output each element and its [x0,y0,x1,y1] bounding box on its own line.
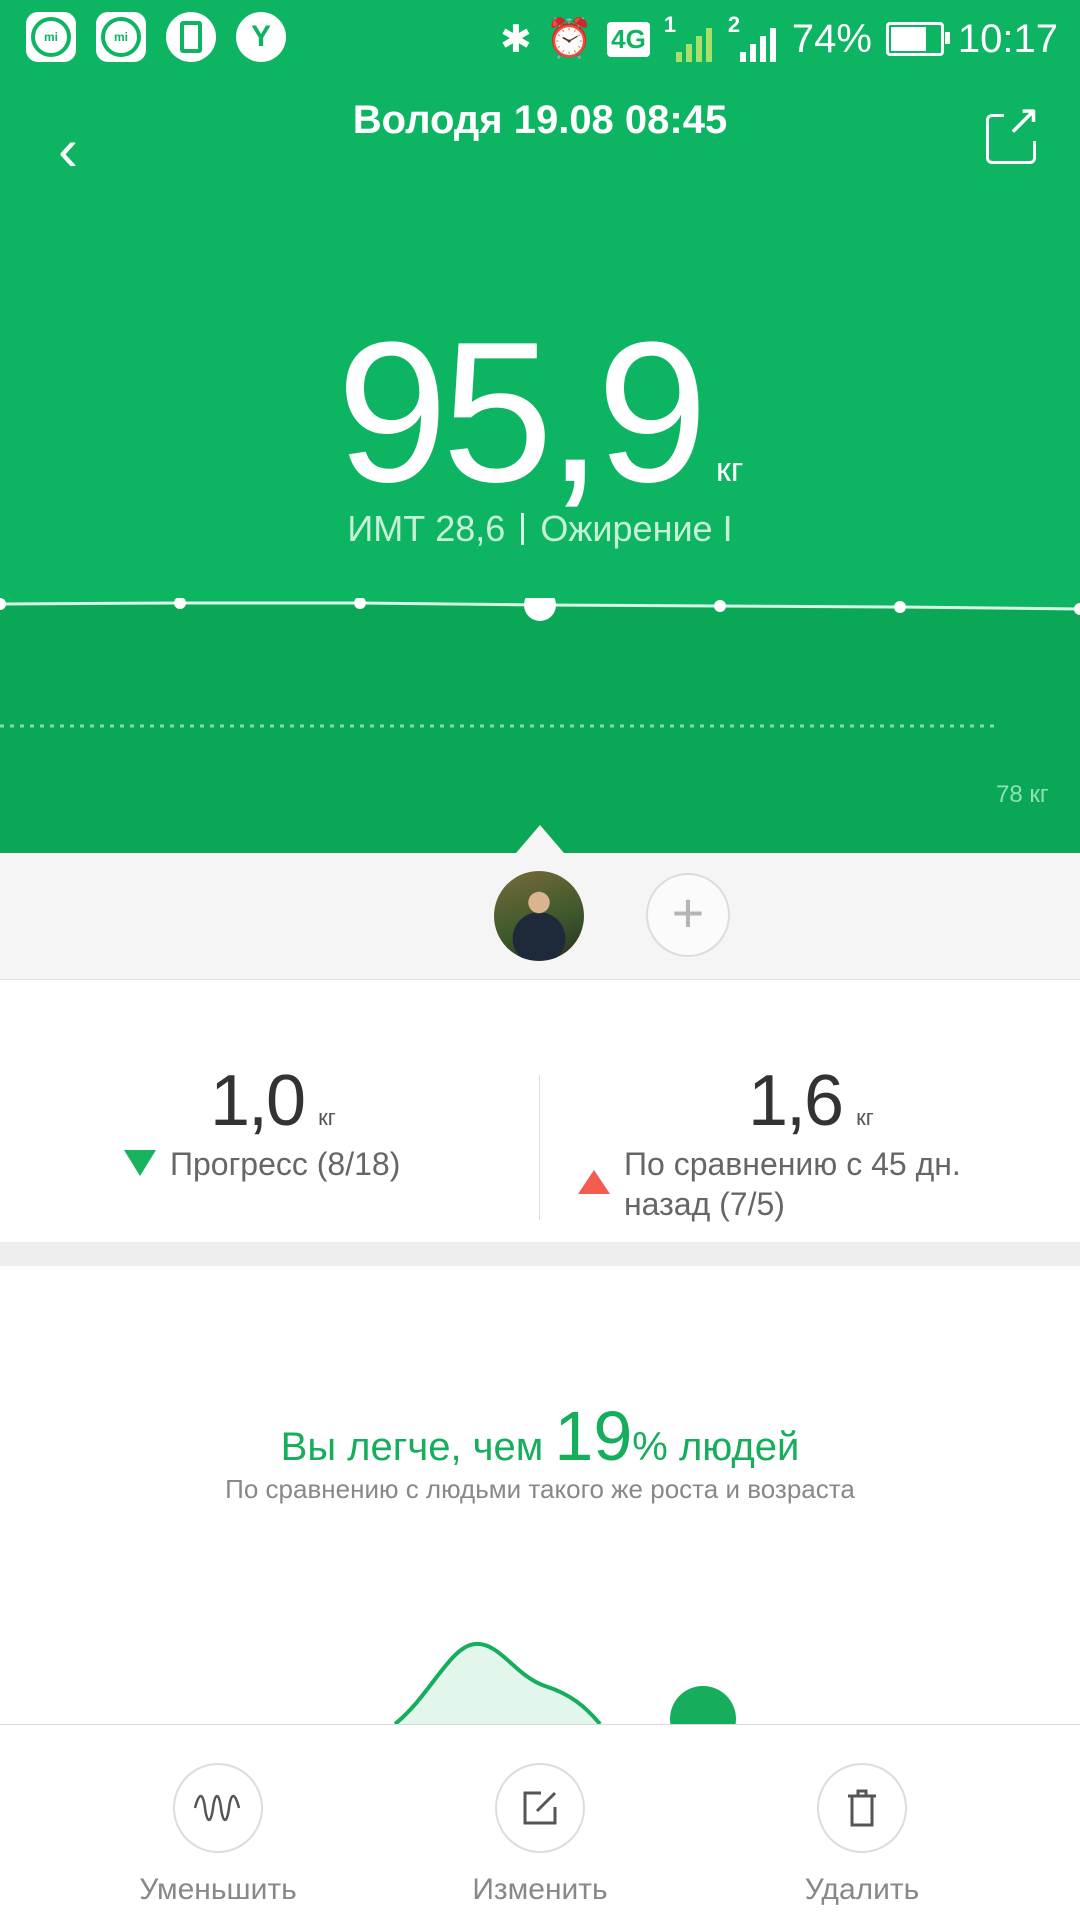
peer-comparison: Вы легче, чем 19% людей По сравнению с л… [0,1266,1080,1752]
weight-trend-chart[interactable] [0,598,1080,853]
bmi-separator [521,513,525,545]
bmi-line: ИМТ 28,6 Ожирение I [0,508,1080,550]
delete-button[interactable]: Удалить [752,1763,972,1907]
system-icons: ✱ ⏰ 4G 1 2 74% 10:17 [500,10,1058,68]
section-divider [0,1242,1080,1266]
notification-icons: mi mi Y [26,12,286,62]
progress-left: 1,0 кг [210,1060,336,1142]
progress-unit: кг [318,1105,336,1130]
bmi-value: ИМТ 28,6 [347,508,506,549]
add-user-button[interactable]: + [646,873,730,957]
trash-icon [817,1763,907,1853]
divider [539,1075,540,1220]
progress-right: 1,6 кг [748,1060,874,1142]
distribution-curve [393,1641,602,1724]
avatar[interactable] [494,871,584,961]
mi-fit-icon: mi [96,12,146,62]
up-arrow-icon [578,1170,610,1194]
battery-icon [885,22,950,56]
edit-button[interactable]: Изменить [430,1763,650,1907]
comparison-label: По сравнению с 45 дн. назад (7/5) [624,1146,961,1222]
user-selector: + [0,825,1080,980]
page-title: Володя 19.08 08:45 [352,98,728,142]
reference-weight-label: 78 кг [996,781,1049,808]
comparison-subtitle: По сравнению с людьми такого же роста и … [225,1474,855,1504]
weight-display: 95,9 кг [0,313,1080,513]
trend-point[interactable] [714,600,726,612]
comparison-percent: 19 [554,1397,633,1475]
weight-header: ‹ Володя 19.08 08:45 ↗ 95,9 кг ИМТ 28,6 Ож… [0,78,1080,853]
yandex-icon: Y [236,12,286,62]
edit-label: Изменить [472,1873,608,1906]
delete-label: Удалить [804,1873,920,1906]
battery-percent: 74% [791,16,872,61]
mi-fit-icon: mi [26,12,76,62]
battery-saver-icon [166,12,216,62]
down-arrow-icon [124,1150,156,1176]
status-bar: mi mi Y ✱ ⏰ 4G 1 2 74% 10:17 [0,0,1080,78]
comparison-headline: Вы легче, чем 19% людей [0,1396,1080,1476]
comparison-unit: кг [856,1105,874,1130]
alarm-icon: ⏰ [545,18,594,60]
weight-value: 95,9 [336,301,708,524]
clock: 10:17 [957,16,1058,61]
waveform-icon [173,1763,263,1853]
action-bar: Уменьшить Изменить Удалить [0,1724,1080,1921]
trend-area [0,603,1080,853]
comparison-prefix: Вы легче, чем [280,1425,544,1469]
selection-notch [516,825,564,853]
bmi-category: Ожирение I [540,508,733,549]
bluetooth-icon: ✱ [499,18,532,61]
sim2-signal-icon: 2 [728,12,778,62]
progress-label: Прогресс (8/18) [170,1146,401,1182]
trend-point[interactable] [894,601,906,613]
network-type-badge: 4G [607,21,650,57]
edit-icon [495,1763,585,1853]
share-icon[interactable]: ↗ [986,99,1043,164]
reduce-label: Уменьшить [139,1873,297,1906]
progress-summary: 1,0 кг Прогресс (8/18) 1,6 кг По сравнению… [0,980,1080,1242]
weight-unit: кг [715,451,744,489]
reduce-button[interactable]: Уменьшить [108,1763,328,1907]
progress-value: 1,0 [210,1061,306,1141]
comparison-value: 1,6 [748,1061,844,1141]
comparison-suffix: % людей [632,1425,800,1469]
sim1-signal-icon: 1 [664,12,714,62]
